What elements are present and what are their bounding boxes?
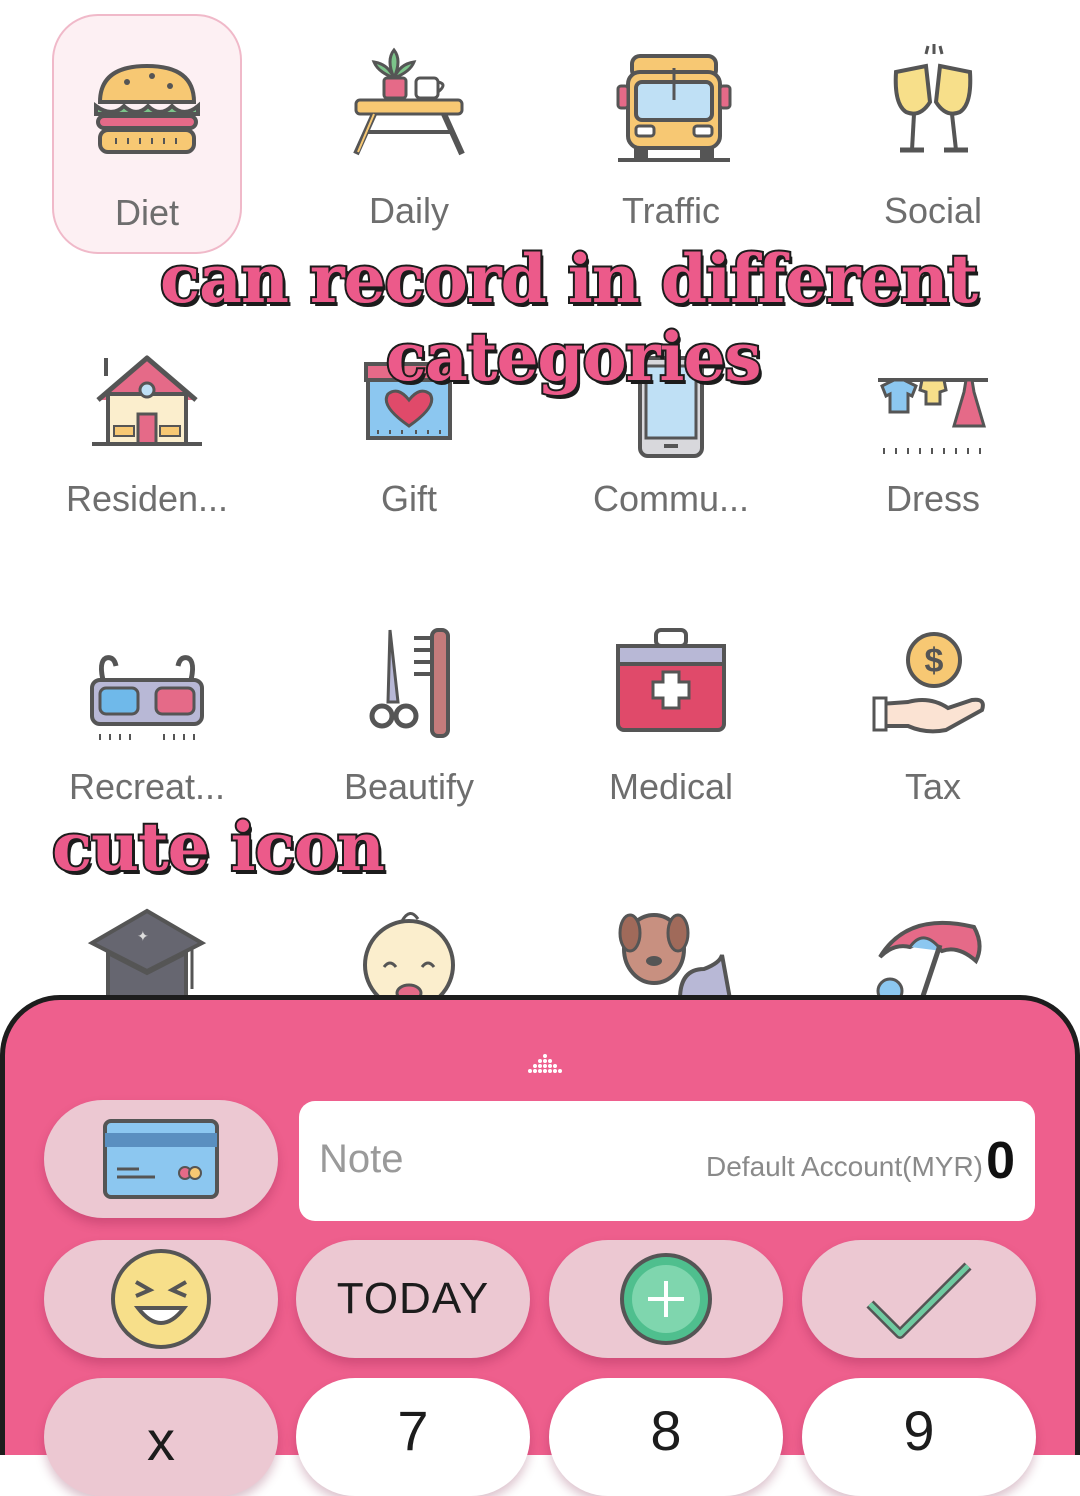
today-label: TODAY [336,1274,490,1323]
category-residence[interactable]: Residen... [52,302,242,542]
category-recreation[interactable]: Recreat... [52,590,242,830]
svg-text:$: $ [925,642,944,680]
category-label: Beautify [343,766,475,807]
account-card-button[interactable] [44,1100,278,1218]
key-7[interactable]: 7 [296,1378,530,1496]
category-label: Social [883,190,983,231]
table-plant-icon [353,47,465,156]
caption-categories-line2: categories [384,316,764,398]
category-label: Traffic [621,190,720,231]
category-medical[interactable]: Medical [576,590,766,830]
caption-categories-line1: can record in different [158,238,980,320]
category-label: Dress [885,478,980,519]
scissors-comb-icon [369,628,450,738]
account-name[interactable]: Default Account(MYR) [706,1151,983,1183]
category-label: Medical [608,766,734,807]
coin-hand-icon: $ [872,632,985,734]
category-traffic[interactable]: Traffic [576,14,766,254]
key-label: 8 [650,1399,682,1462]
burger-icon [94,63,200,154]
category-label: Daily [368,190,449,231]
category-social[interactable]: Social [838,14,1028,254]
add-button[interactable] [549,1240,783,1358]
category-label: Diet [114,192,180,233]
key-9[interactable]: 9 [802,1378,1036,1496]
amount-display: 0 [986,1132,1015,1190]
confirm-button[interactable] [802,1240,1036,1358]
caption-cute-icon: cute icon [50,806,387,888]
note-placeholder: Note [319,1137,404,1181]
today-button[interactable]: TODAY [296,1240,530,1358]
key-label: 7 [397,1399,429,1462]
category-label: Recreat... [68,766,226,807]
key-label: 9 [903,1399,935,1462]
drag-handle-icon[interactable] [525,1052,565,1076]
category-label: Gift [380,478,437,519]
key-label: x [147,1409,175,1472]
laughing-face-icon [111,1249,211,1349]
input-panel: Note Default Account(MYR) 0 TODAY x 7 8 … [0,995,1080,1496]
category-beautify[interactable]: Beautify [314,590,504,830]
category-label: Residen... [65,478,229,519]
svg-text:✦: ✦ [137,928,149,944]
multiply-key[interactable]: x [44,1378,278,1496]
emoji-button[interactable] [44,1240,278,1358]
clothesline-icon [878,378,988,454]
cheers-icon [893,44,973,153]
note-field[interactable]: Note Default Account(MYR) 0 [299,1101,1035,1221]
plus-circle-icon [620,1253,712,1345]
category-label: Tax [904,766,962,807]
category-tax[interactable]: $ Tax [838,590,1028,830]
checkmark-icon [866,1262,972,1339]
category-diet[interactable]: Diet [52,14,242,254]
3d-glasses-icon [90,655,204,740]
credit-card-icon [103,1119,219,1199]
category-label: Commu... [592,478,750,519]
key-8[interactable]: 8 [549,1378,783,1496]
category-daily[interactable]: Daily [314,14,504,254]
category-dress[interactable]: Dress [838,302,1028,542]
house-icon [92,355,202,446]
bus-icon [616,54,732,162]
first-aid-kit-icon [616,628,726,732]
